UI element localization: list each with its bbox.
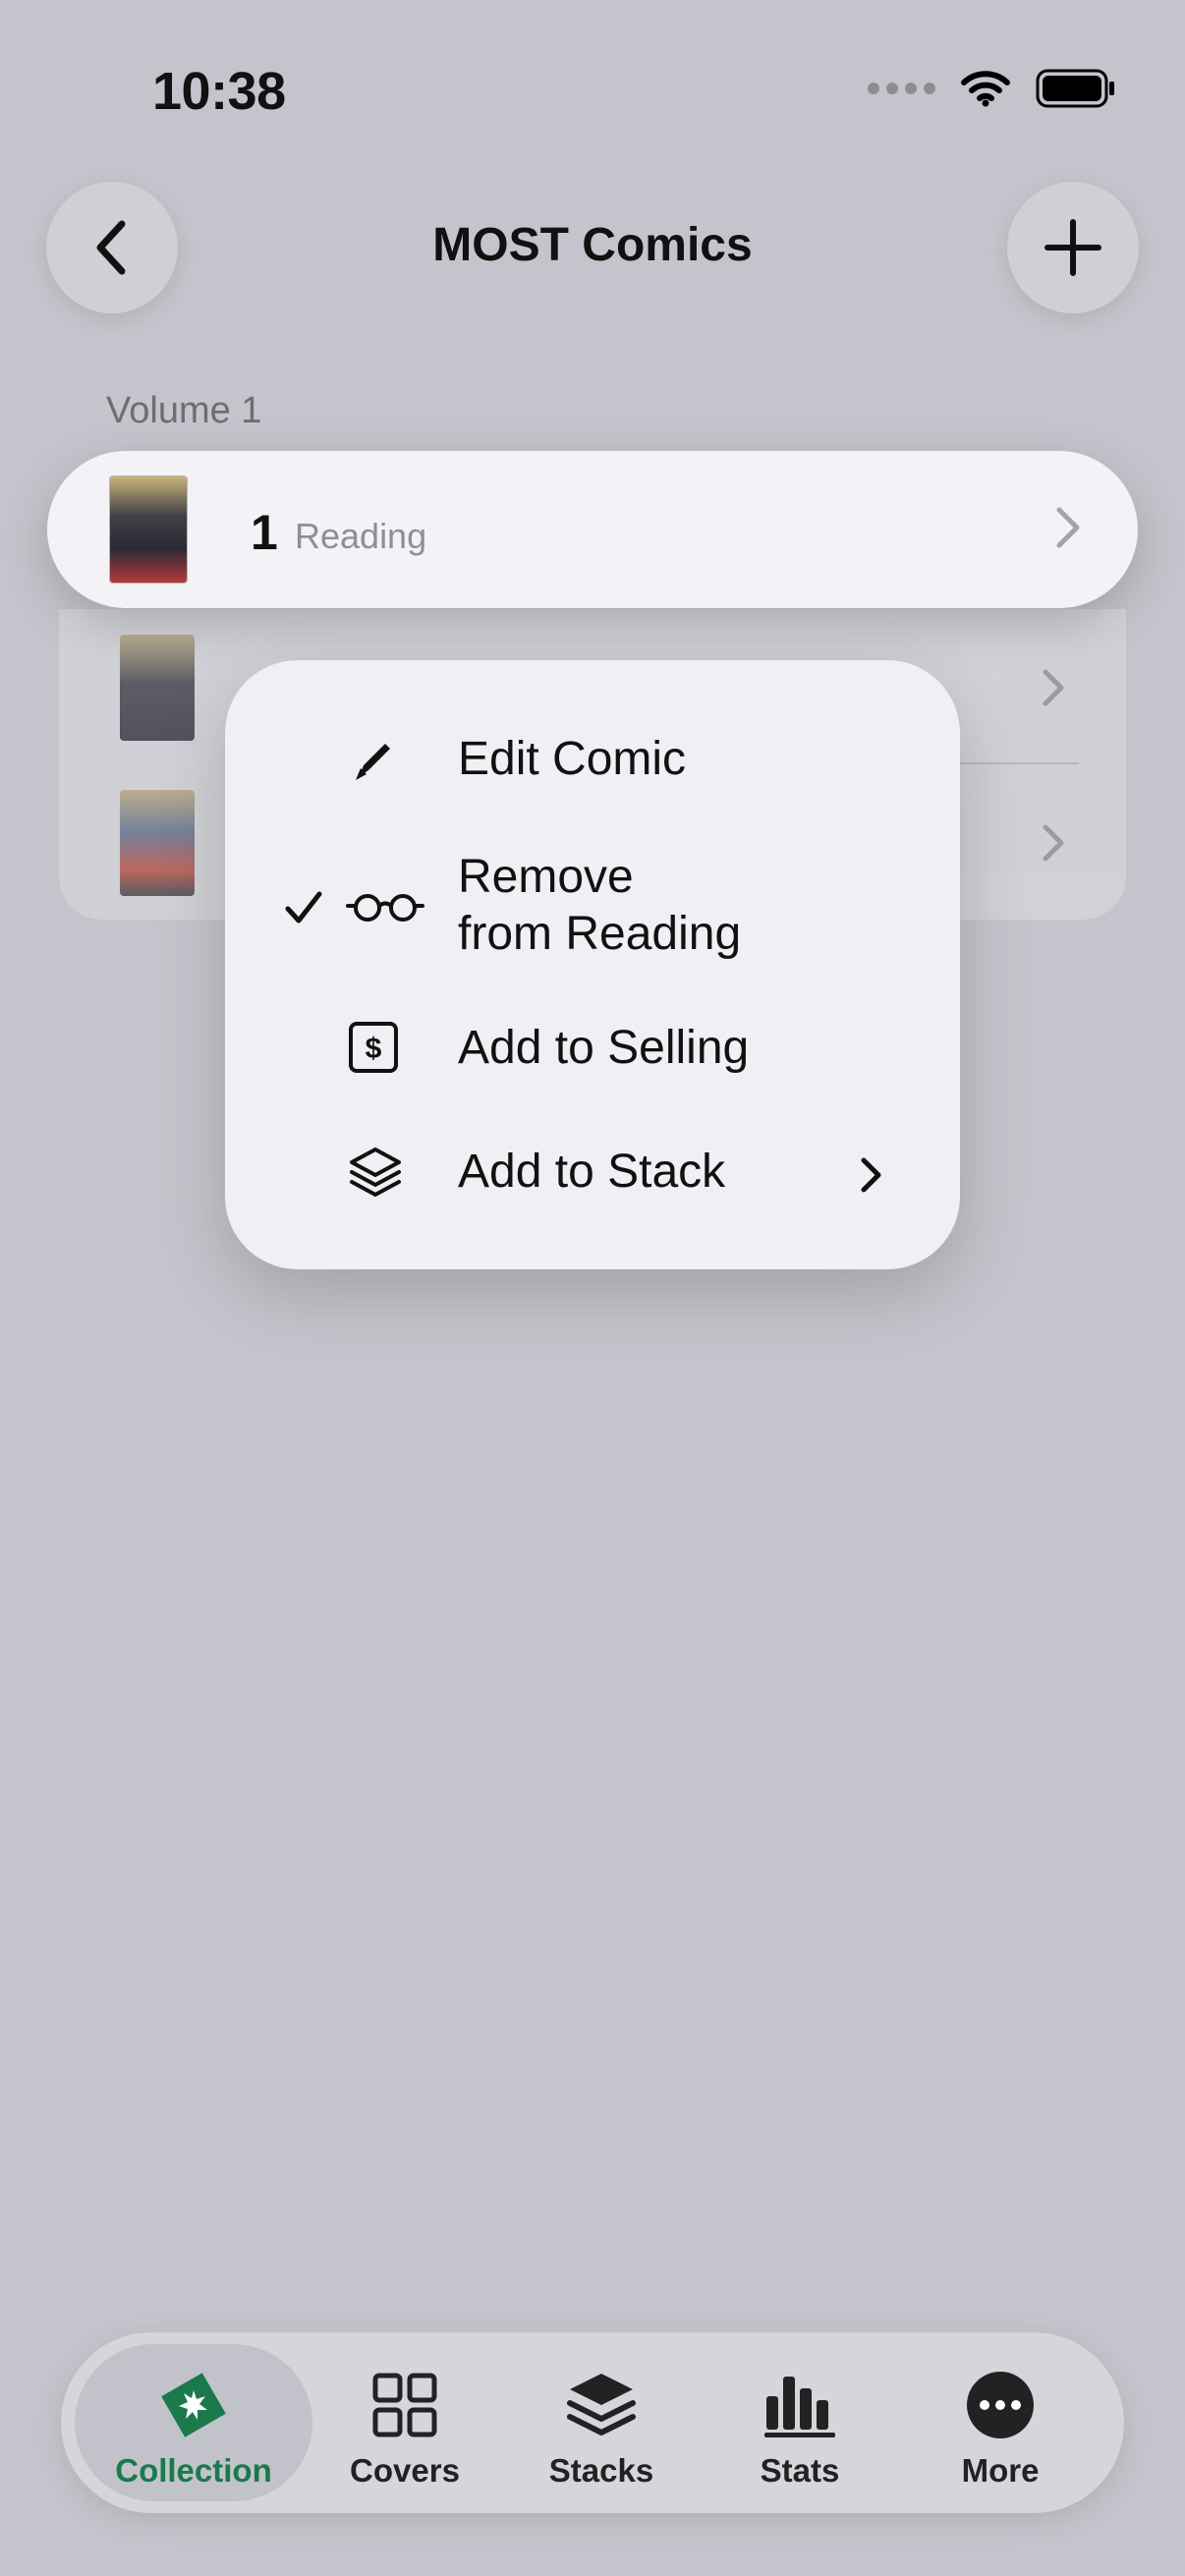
- chevron-right-icon: [1043, 669, 1064, 706]
- menu-item-add-to-stack[interactable]: Add to Stack: [225, 1124, 960, 1222]
- tab-covers[interactable]: Covers: [307, 2332, 503, 2513]
- cellular-signal-icon: [868, 83, 935, 94]
- wifi-icon: [961, 71, 1010, 107]
- chevron-right-icon: [1056, 507, 1080, 548]
- tab-collection[interactable]: Collection: [71, 2332, 316, 2513]
- stack-icon: [350, 1148, 401, 1197]
- add-comic-button[interactable]: [1007, 182, 1139, 313]
- chevron-right-icon: [861, 1157, 881, 1193]
- comic-cover-thumbnail: [110, 476, 187, 583]
- glasses-icon: [346, 894, 424, 922]
- status-time: 10:38: [152, 62, 286, 121]
- comic-row-focused[interactable]: 1 Reading: [47, 451, 1138, 608]
- svg-text:$: $: [366, 1033, 382, 1065]
- plus-icon: [1044, 219, 1101, 276]
- menu-item-edit-comic[interactable]: Edit Comic: [225, 719, 960, 817]
- battery-icon: [1036, 69, 1114, 108]
- stats-icon: [762, 2366, 837, 2444]
- menu-item-remove-from-reading[interactable]: Remove from Reading: [225, 839, 960, 977]
- chevron-right-icon: [1043, 824, 1064, 862]
- status-indicators: [868, 69, 1116, 108]
- tab-stacks[interactable]: Stacks: [503, 2332, 700, 2513]
- collection-icon: [153, 2366, 234, 2444]
- comic-cover-thumbnail: [120, 635, 195, 741]
- covers-grid-icon: [370, 2366, 439, 2444]
- tab-more[interactable]: More: [902, 2332, 1099, 2513]
- more-icon: [965, 2366, 1036, 2444]
- context-menu: Edit Comic Remove from Reading $ Add to …: [225, 660, 960, 1269]
- pencil-icon: [356, 744, 390, 780]
- comic-cover-thumbnail: [120, 790, 195, 896]
- checkmark-icon: [285, 891, 322, 924]
- section-header: Volume 1: [106, 390, 262, 431]
- stacks-icon: [564, 2366, 639, 2444]
- issue-number: 1: [251, 505, 278, 560]
- tab-stats[interactable]: Stats: [702, 2332, 898, 2513]
- dollar-icon: $: [349, 1022, 398, 1073]
- tab-bar: Collection Covers Stacks Stats More: [61, 2332, 1124, 2513]
- reading-status: Reading: [295, 516, 427, 556]
- menu-item-add-to-selling[interactable]: $ Add to Selling: [225, 1000, 960, 1098]
